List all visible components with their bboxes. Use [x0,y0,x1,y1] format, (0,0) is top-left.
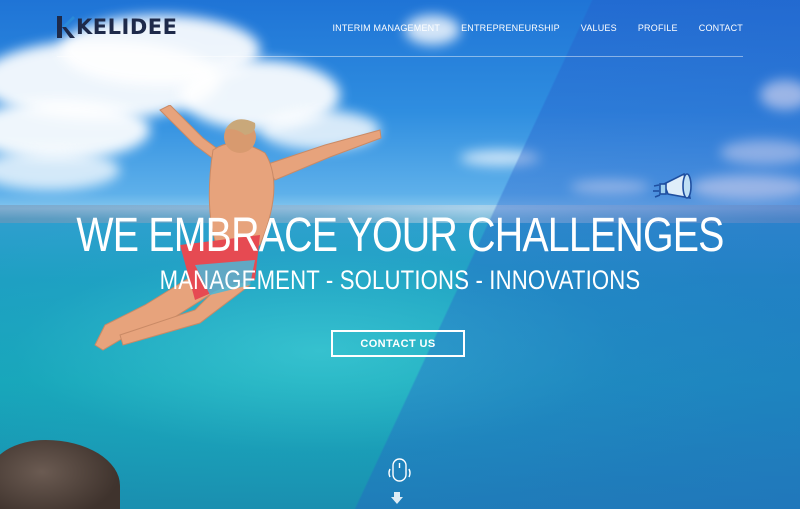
nav-item-contact[interactable]: CONTACT [699,23,743,33]
main-nav: INTERIM MANAGEMENT ENTREPRENEURSHIP VALU… [332,23,743,33]
nav-item-profile[interactable]: PROFILE [638,23,678,33]
brand-name: KELIDEE [76,15,178,39]
site-header: KELIDEE INTERIM MANAGEMENT ENTREPRENEURS… [57,0,743,57]
mouse-scroll-icon[interactable] [387,457,413,489]
contact-us-button[interactable]: CONTACT US [331,330,465,357]
brand-logo[interactable]: KELIDEE [57,14,177,40]
nav-item-values[interactable]: VALUES [581,23,617,33]
nav-item-entrepreneurship[interactable]: ENTREPRENEURSHIP [461,23,560,33]
kelidee-k-logo-icon [57,16,75,38]
hero-section: KELIDEE INTERIM MANAGEMENT ENTREPRENEURS… [0,0,800,509]
down-arrow-icon[interactable] [391,492,403,504]
hero-headline: WE EMBRACE YOUR CHALLENGES [76,209,724,262]
nav-item-interim-management[interactable]: INTERIM MANAGEMENT [332,23,440,33]
hero-subline: MANAGEMENT - SOLUTIONS - INNOVATIONS [159,265,641,295]
megaphone-icon [653,172,692,200]
